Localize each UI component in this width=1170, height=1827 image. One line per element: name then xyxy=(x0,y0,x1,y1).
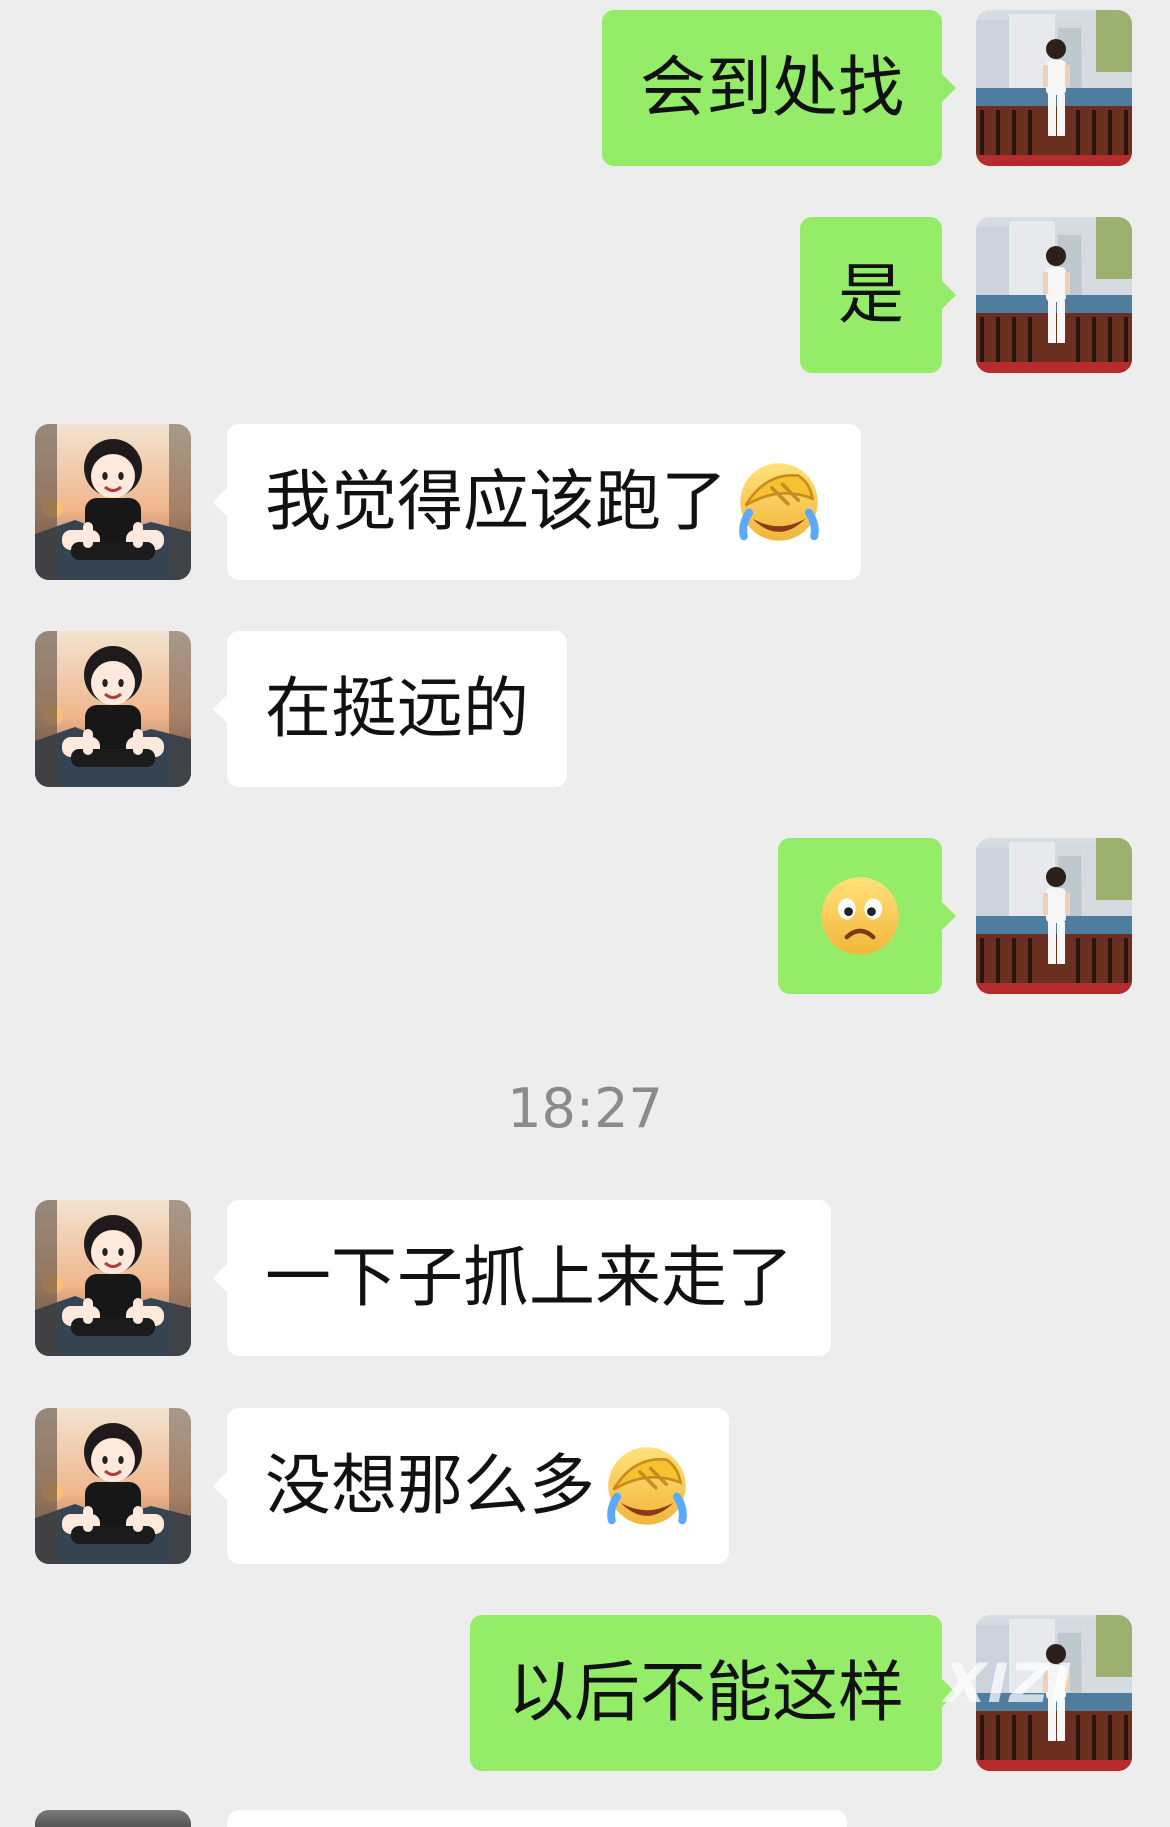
avatar-image xyxy=(35,631,191,787)
avatar-contact-partial xyxy=(35,1810,191,1827)
avatar-image xyxy=(35,1200,191,1356)
message-row-outgoing xyxy=(0,838,1170,994)
message-text: 是 xyxy=(838,256,904,333)
message-row-outgoing: 是 xyxy=(0,217,1170,373)
avatar-self[interactable] xyxy=(976,217,1132,373)
avatar-contact[interactable] xyxy=(35,1200,191,1356)
message-bubble-outgoing[interactable]: 会到处找 xyxy=(602,10,956,166)
message-text: 在挺远的 xyxy=(265,670,529,747)
facepalm-crying-emoji-icon xyxy=(603,1442,691,1530)
message-bubble-incoming[interactable]: 没想那么多 xyxy=(213,1408,729,1564)
watermark: XIZI xyxy=(937,1652,1080,1715)
sad-face-emoji-icon xyxy=(816,872,904,960)
avatar-self[interactable] xyxy=(976,838,1132,994)
message-row-incoming: 一下子抓上来走了 xyxy=(0,1200,1170,1356)
message-row-outgoing: 会到处找 xyxy=(0,10,1170,166)
message-row-incoming: 在挺远的 xyxy=(0,631,1170,787)
avatar-contact[interactable] xyxy=(35,631,191,787)
avatar-image xyxy=(976,10,1132,166)
message-bubble-outgoing[interactable]: 以后不能这样 xyxy=(470,1615,956,1771)
message-text: 以后不能这样 xyxy=(508,1654,904,1731)
message-row-incoming: 我觉得应该跑了 xyxy=(0,424,1170,580)
message-bubble-incoming[interactable]: 一下子抓上来走了 xyxy=(213,1200,831,1356)
chat-area[interactable]: 会到处找 是 我觉得应该跑了 在挺远的 18:27 一下子抓上来走了 没想那么多… xyxy=(0,0,1170,1827)
message-text: 我觉得应该跑了 xyxy=(265,463,727,540)
message-bubble-outgoing[interactable]: 是 xyxy=(800,217,956,373)
message-bubble-incoming[interactable]: 在挺远的 xyxy=(213,631,567,787)
message-text: 一下子抓上来走了 xyxy=(265,1239,793,1316)
message-bubble-incoming[interactable]: 我觉得应该跑了 xyxy=(213,424,861,580)
message-row-incoming: 没想那么多 xyxy=(0,1408,1170,1564)
avatar-image xyxy=(35,1408,191,1564)
facepalm-crying-emoji-icon xyxy=(735,458,823,546)
avatar-contact[interactable] xyxy=(35,424,191,580)
message-text: 没想那么多 xyxy=(265,1447,595,1524)
avatar-image xyxy=(976,838,1132,994)
message-text: 会到处找 xyxy=(640,49,904,126)
message-bubble-incoming-partial xyxy=(227,1810,847,1827)
avatar-contact[interactable] xyxy=(35,1408,191,1564)
avatar-image xyxy=(976,217,1132,373)
message-bubble-outgoing[interactable] xyxy=(778,838,956,994)
avatar-image xyxy=(35,424,191,580)
avatar-self[interactable] xyxy=(976,10,1132,166)
timestamp: 18:27 xyxy=(507,1077,663,1140)
